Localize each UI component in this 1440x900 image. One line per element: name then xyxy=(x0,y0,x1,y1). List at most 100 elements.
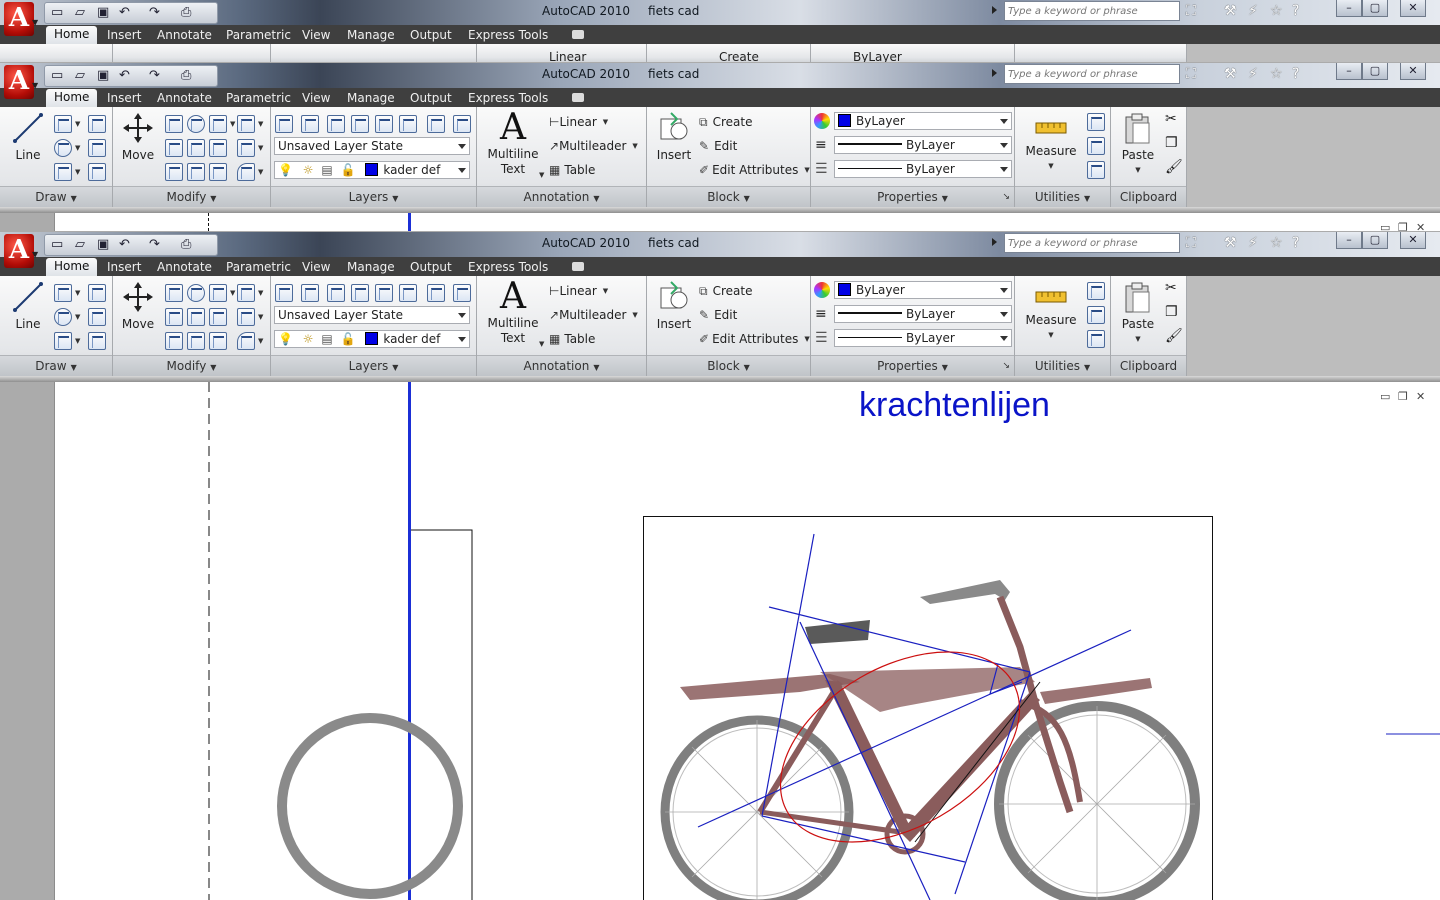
undo-icon[interactable]: ↶ xyxy=(119,236,130,253)
panel-title-annotation[interactable]: Annotation ▼ xyxy=(477,355,646,376)
new-file-icon[interactable]: ▭ xyxy=(51,67,63,84)
layer-previous-icon[interactable] xyxy=(301,284,319,302)
binoculars-icon[interactable]: ⛶ xyxy=(1186,66,1196,82)
lineweight-select[interactable]: ByLayer xyxy=(834,136,1012,154)
printer-icon[interactable]: ⎙ xyxy=(181,236,191,253)
dialog-launcher-icon[interactable]: ↘ xyxy=(1002,356,1010,376)
chevron-down-icon[interactable]: ▼ xyxy=(230,120,235,128)
tab-annotate[interactable]: Annotate xyxy=(157,90,212,107)
stretch-icon[interactable] xyxy=(165,308,183,326)
search-input[interactable]: Type a keyword or phrase xyxy=(1004,64,1180,84)
binoculars-icon[interactable]: ⛶ xyxy=(1186,235,1196,251)
chevron-down-icon[interactable]: ▼ xyxy=(75,313,80,321)
match-properties-icon[interactable]: 🖌 xyxy=(1165,159,1183,175)
multiline-text-button[interactable]: A Multiline Text xyxy=(483,109,543,177)
maximize-icon[interactable]: ▢ xyxy=(1362,63,1388,80)
search-expand-icon[interactable] xyxy=(992,69,997,77)
panel-title-properties[interactable]: Properties ▼ ↘ xyxy=(811,186,1014,207)
maximize-icon[interactable]: ▢ xyxy=(1362,232,1388,249)
copy-icon[interactable] xyxy=(165,115,183,133)
multileader-button[interactable]: ↗Multileader ▼ xyxy=(549,306,638,326)
layer-lock-icon[interactable] xyxy=(427,284,445,302)
circle-icon[interactable] xyxy=(54,308,72,326)
favorites-star-icon[interactable]: ☆ xyxy=(1270,66,1283,82)
undo-icon[interactable]: ↶ xyxy=(119,67,130,84)
panel-title-properties[interactable]: Properties ▼ ↘ xyxy=(811,355,1014,376)
tab-annotate[interactable]: Annotate xyxy=(157,259,212,276)
tab-view[interactable]: View xyxy=(302,27,330,44)
panel-title-layers[interactable]: Layers ▼ xyxy=(271,186,476,207)
panel-title-modify[interactable]: Modify ▼ xyxy=(113,355,270,376)
pen-icon[interactable] xyxy=(165,163,183,181)
calculator-icon[interactable] xyxy=(1087,161,1105,179)
tab-output[interactable]: Output xyxy=(410,27,452,44)
move-button[interactable]: Move xyxy=(119,280,157,332)
linear-label[interactable]: Linear xyxy=(549,48,586,62)
mirror-icon[interactable] xyxy=(209,308,227,326)
communication-icon[interactable]: ⚡ xyxy=(1248,66,1258,82)
offset-icon[interactable] xyxy=(187,332,205,350)
trim-icon[interactable] xyxy=(209,284,227,302)
spline-icon[interactable] xyxy=(88,115,106,133)
chevron-down-icon[interactable]: ▼ xyxy=(75,144,80,152)
minimize-ribbon-icon[interactable] xyxy=(572,262,584,271)
help-icon[interactable]: ? xyxy=(1292,3,1299,19)
mirror-icon[interactable] xyxy=(209,139,227,157)
chevron-down-icon[interactable]: ▼ xyxy=(258,337,263,345)
search-input[interactable]: Type a keyword or phrase xyxy=(1004,233,1180,253)
tab-insert[interactable]: Insert xyxy=(107,90,141,107)
tab-output[interactable]: Output xyxy=(410,90,452,107)
match-properties-icon[interactable]: 🖌 xyxy=(1165,328,1183,344)
layer-off-icon[interactable] xyxy=(375,115,393,133)
redo-icon[interactable]: ↷ xyxy=(149,4,160,21)
tab-home[interactable]: Home xyxy=(46,258,98,276)
tab-express-tools[interactable]: Express Tools xyxy=(468,259,548,276)
paste-button[interactable]: Paste ▼ xyxy=(1117,113,1159,178)
layer-isolate-icon[interactable] xyxy=(351,284,369,302)
layer-walk-icon[interactable] xyxy=(453,115,471,133)
chevron-down-icon[interactable]: ▼ xyxy=(230,289,235,297)
printer-icon[interactable]: ⎙ xyxy=(181,67,191,84)
explode-icon[interactable] xyxy=(237,308,255,326)
minimize-icon[interactable]: – xyxy=(1336,232,1362,249)
chevron-down-icon[interactable]: ▼ xyxy=(258,289,263,297)
chevron-down-icon[interactable]: ▼ xyxy=(75,168,80,176)
communication-icon[interactable]: ⚡ xyxy=(1248,235,1258,251)
layer-lock-icon[interactable] xyxy=(427,115,445,133)
tab-view[interactable]: View xyxy=(302,90,330,107)
chevron-down-icon[interactable]: ▼ xyxy=(258,144,263,152)
layer-walk-icon[interactable] xyxy=(453,284,471,302)
circle-icon[interactable] xyxy=(54,139,72,157)
save-icon[interactable]: ▣ xyxy=(97,4,109,21)
create-label[interactable]: Create xyxy=(719,48,759,62)
new-file-icon[interactable]: ▭ xyxy=(51,236,63,253)
create-block-button[interactable]: ⧉ Create xyxy=(699,282,752,300)
layer-state-select[interactable]: Unsaved Layer State xyxy=(274,306,470,324)
copy-clip-icon[interactable]: ❐ xyxy=(1165,135,1178,151)
linetype-select[interactable]: ByLayer xyxy=(834,160,1012,178)
chevron-down-icon[interactable]: ▼ xyxy=(75,337,80,345)
tab-home[interactable]: Home xyxy=(46,26,98,44)
minimize-icon[interactable]: – xyxy=(1336,0,1362,17)
binoculars-icon[interactable]: ⛶ xyxy=(1186,3,1196,19)
rectangle-icon[interactable] xyxy=(88,308,106,326)
layer-state-select[interactable]: Unsaved Layer State xyxy=(274,137,470,155)
layer-isolate-icon[interactable] xyxy=(351,115,369,133)
layer-select[interactable]: 💡 ☼ ▤ 🔓 kader def xyxy=(274,161,470,179)
communication-icon[interactable]: ⚡ xyxy=(1248,3,1258,19)
panel-title-utilities[interactable]: Utilities ▼ xyxy=(1015,355,1110,376)
redo-icon[interactable]: ↷ xyxy=(149,236,160,253)
trim-icon[interactable] xyxy=(209,115,227,133)
move-button[interactable]: Move xyxy=(119,111,157,163)
maximize-icon[interactable]: ▢ xyxy=(1362,0,1388,17)
panel-title-block[interactable]: Block ▼ xyxy=(647,186,810,207)
id-point-icon[interactable] xyxy=(1087,137,1105,155)
layer-previous-icon[interactable] xyxy=(301,115,319,133)
application-menu-button[interactable]: A ▼ xyxy=(0,63,42,105)
cut-icon[interactable]: ✂ xyxy=(1165,280,1177,296)
chevron-down-icon[interactable]: ▼ xyxy=(539,171,544,179)
linetype-select[interactable]: ByLayer xyxy=(834,329,1012,347)
scale-icon[interactable] xyxy=(187,139,205,157)
tab-parametric[interactable]: Parametric xyxy=(226,27,291,44)
array-icon[interactable] xyxy=(209,163,227,181)
